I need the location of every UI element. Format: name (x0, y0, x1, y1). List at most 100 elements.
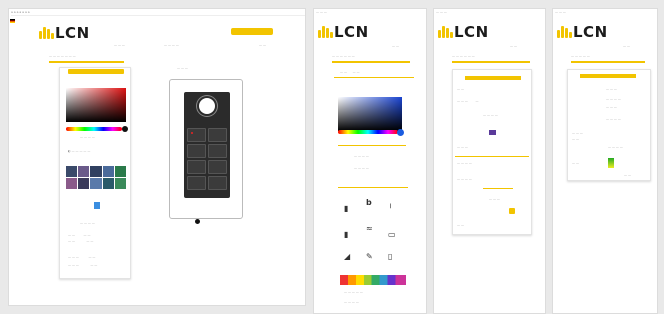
color-picker[interactable] (338, 97, 402, 131)
info-row: — — — — (354, 166, 369, 170)
setting-row[interactable]: — — — — — (68, 264, 97, 267)
keypad-button[interactable] (187, 144, 206, 158)
browser-bar: — — — (316, 10, 327, 14)
nav-item[interactable]: — — — (114, 44, 125, 47)
selected-swatch[interactable] (94, 202, 100, 209)
breadcrumb: — — — — — — (452, 54, 475, 58)
panel-row[interactable]: — — — — (608, 146, 623, 149)
icon-d[interactable]: ≈ (366, 225, 373, 233)
breadcrumb: — — — — — — — (49, 54, 76, 58)
panel-row: — — (457, 87, 464, 91)
flag-icon (10, 19, 15, 23)
nav-item[interactable]: — — — — (164, 44, 179, 47)
keypad (184, 92, 230, 198)
rotate-control-icon[interactable] (195, 219, 200, 224)
panel-row: — — — (606, 105, 617, 109)
preset-grid[interactable] (66, 166, 126, 189)
icon-f[interactable]: ◢ (344, 253, 350, 261)
hue-slider[interactable] (338, 130, 398, 134)
divider (483, 188, 513, 189)
panel-tab[interactable] (68, 69, 124, 74)
swatch[interactable] (489, 130, 496, 135)
top-action-button[interactable] (231, 28, 273, 35)
lcn-logo: LCN (557, 23, 608, 41)
color-preview-dot (397, 129, 404, 136)
lcn-logo: LCN (438, 23, 489, 41)
color-value: — — — — (80, 135, 95, 139)
color-strip[interactable] (340, 275, 406, 285)
footer-row[interactable]: — — — — (344, 301, 359, 304)
divider (455, 156, 529, 157)
hue-slider[interactable] (66, 127, 122, 131)
lcn-logo: LCN (318, 23, 369, 41)
gradient-swatch[interactable] (608, 158, 614, 168)
keypad-button[interactable] (208, 176, 227, 190)
settings-label: — — — — (80, 221, 95, 225)
info-row: — — — — (354, 154, 369, 158)
keypad-button[interactable] (187, 128, 206, 142)
preset-label: ◐ — — — — — (68, 149, 91, 153)
breadcrumb: — — — — — — (332, 54, 355, 58)
nav-text[interactable]: — — (623, 45, 630, 48)
browser-bar: a a a a a a a (11, 11, 305, 16)
divider (338, 187, 408, 188)
panel-row[interactable]: — — — — (483, 114, 498, 117)
logo-mark-icon (318, 26, 333, 38)
nav-text[interactable]: — — (510, 45, 517, 48)
panel-row: — — — — (457, 177, 472, 181)
panel-row: — — (457, 223, 464, 227)
keypad-button[interactable] (208, 160, 227, 174)
logo-text: LCN (454, 23, 489, 41)
logo-mark-icon (557, 26, 572, 38)
color-preview-dot (122, 126, 128, 132)
info-panel: — — — — — — — — — — — — — — — — — — — — … (567, 69, 651, 181)
setting-row[interactable]: — — — — — (68, 256, 95, 259)
icon-b[interactable]: ╵ (388, 205, 393, 213)
keypad-button[interactable] (208, 128, 227, 142)
tab-row[interactable]: — — — — (340, 71, 360, 74)
browser-bar: — — — (436, 10, 447, 14)
settings-panel: — — — — — — — — — — — — — — — — — — — — … (452, 69, 532, 235)
color-panel: — — — — ◐ — — — — — — — — — — — — — — — … (59, 67, 131, 279)
pen-icon[interactable]: ✎ (366, 253, 373, 261)
lcn-logo: LCN (39, 24, 90, 42)
section-divider (452, 61, 530, 63)
setting-row[interactable]: — — — — (68, 234, 91, 237)
logo-text: LCN (573, 23, 608, 41)
toggle[interactable] (509, 208, 515, 214)
mobile-screen-2: — — — LCN — — — — — — — — — — — — — — — … (313, 8, 427, 314)
color-picker[interactable] (66, 88, 126, 122)
panel-tab[interactable] (465, 76, 521, 80)
icon-e[interactable]: ▭ (388, 231, 396, 239)
device-frame (169, 79, 243, 219)
keypad-button[interactable] (208, 144, 227, 158)
panel-row: — — (572, 137, 579, 141)
keypad-button[interactable] (187, 176, 206, 190)
divider (338, 145, 406, 146)
panel-row: — — (572, 161, 579, 165)
logo-text: LCN (55, 24, 90, 42)
browser-bar: — — — (555, 10, 566, 14)
keypad-button[interactable] (187, 160, 206, 174)
panel-tab[interactable] (580, 74, 636, 78)
footer-row[interactable]: — — — — — (344, 291, 363, 294)
main-nav: — — — — — — — — — (109, 44, 289, 48)
main-screen: a a a a a a a LCN — — — — — — — — — — — … (8, 8, 306, 306)
icon-a[interactable]: ▮ (344, 205, 348, 213)
panel-row: — — — (606, 87, 617, 91)
section-divider (571, 61, 645, 63)
lightbulb-icon[interactable] (199, 98, 215, 114)
panel-row: — — — — (606, 117, 621, 121)
panel-row: — — — — (457, 161, 472, 165)
panel-row[interactable]: — — — (489, 198, 500, 201)
setting-row[interactable]: — — — — (68, 240, 93, 243)
logo-mark-icon (438, 26, 453, 38)
bold-icon[interactable]: b (366, 199, 372, 207)
panel-row: — — — (572, 131, 583, 135)
icon-g[interactable]: ▯ (388, 253, 392, 261)
section-divider (49, 61, 124, 63)
nav-item[interactable]: — — (259, 44, 266, 47)
nav-text[interactable]: — — (392, 45, 399, 48)
icon-c[interactable]: ▮ (344, 231, 348, 239)
logo-text: LCN (334, 23, 369, 41)
